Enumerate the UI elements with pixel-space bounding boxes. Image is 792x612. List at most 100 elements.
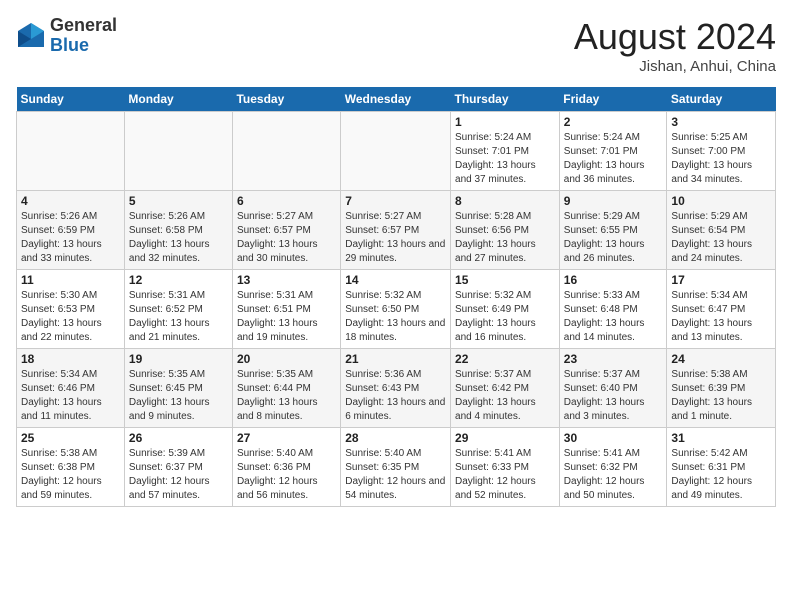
day-info: Sunrise: 5:31 AM Sunset: 6:51 PM Dayligh… bbox=[237, 289, 336, 345]
calendar-cell: 13Sunrise: 5:31 AM Sunset: 6:51 PM Dayli… bbox=[232, 270, 340, 349]
calendar-cell: 25 Sunrise: 5:38 AM Sunset: 6:38 PM Dayli… bbox=[17, 428, 125, 507]
logo-blue: Blue bbox=[50, 36, 117, 56]
day-number: 15 bbox=[455, 273, 555, 287]
calendar-cell: 8Sunrise: 5:28 AM Sunset: 6:56 PM Daylig… bbox=[451, 191, 560, 270]
day-info: Sunrise: 5:41 AM Sunset: 6:33 PM Dayligh… bbox=[455, 447, 555, 503]
calendar-cell: 23 Sunrise: 5:37 AM Sunset: 6:40 PM Dayli… bbox=[559, 349, 667, 428]
day-info: Sunrise: 5:24 AM Sunset: 7:01 PM Dayligh… bbox=[564, 131, 663, 187]
calendar-cell: 4Sunrise: 5:26 AM Sunset: 6:59 PM Daylig… bbox=[17, 191, 125, 270]
day-info: Sunrise: 5:34 AM Sunset: 6:47 PM Dayligh… bbox=[671, 289, 771, 345]
day-info: Sunrise: 5:37 AM Sunset: 6:40 PM Dayligh… bbox=[564, 368, 663, 424]
day-info: Sunrise: 5:38 AM Sunset: 6:38 PM Dayligh… bbox=[21, 447, 120, 503]
logo-text: General Blue bbox=[50, 16, 117, 56]
day-number: 10 bbox=[671, 194, 771, 208]
day-number: 22 bbox=[455, 352, 555, 366]
day-number: 7 bbox=[345, 194, 446, 208]
day-info: Sunrise: 5:29 AM Sunset: 6:54 PM Dayligh… bbox=[671, 210, 771, 266]
week-row-2: 4Sunrise: 5:26 AM Sunset: 6:59 PM Daylig… bbox=[17, 191, 776, 270]
day-info: Sunrise: 5:32 AM Sunset: 6:50 PM Dayligh… bbox=[345, 289, 446, 345]
day-number: 24 bbox=[671, 352, 771, 366]
week-row-4: 18Sunrise: 5:34 AM Sunset: 6:46 PM Dayli… bbox=[17, 349, 776, 428]
day-number: 14 bbox=[345, 273, 446, 287]
day-number: 21 bbox=[345, 352, 446, 366]
weekday-header-sunday: Sunday bbox=[17, 87, 125, 112]
day-info: Sunrise: 5:42 AM Sunset: 6:31 PM Dayligh… bbox=[671, 447, 771, 503]
day-number: 6 bbox=[237, 194, 336, 208]
day-number: 4 bbox=[21, 194, 120, 208]
calendar-cell: 9 Sunrise: 5:29 AM Sunset: 6:55 PM Daylig… bbox=[559, 191, 667, 270]
calendar-table: SundayMondayTuesdayWednesdayThursdayFrid… bbox=[16, 87, 776, 507]
logo-general: General bbox=[50, 16, 117, 36]
day-info: Sunrise: 5:40 AM Sunset: 6:36 PM Dayligh… bbox=[237, 447, 336, 503]
day-number: 9 bbox=[564, 194, 663, 208]
day-number: 16 bbox=[564, 273, 663, 287]
day-number: 20 bbox=[237, 352, 336, 366]
calendar-cell: 2 Sunrise: 5:24 AM Sunset: 7:01 PM Daylig… bbox=[559, 112, 667, 191]
calendar-cell: 16 Sunrise: 5:33 AM Sunset: 6:48 PM Dayli… bbox=[559, 270, 667, 349]
day-number: 31 bbox=[671, 431, 771, 445]
day-info: Sunrise: 5:40 AM Sunset: 6:35 PM Dayligh… bbox=[345, 447, 446, 503]
day-info: Sunrise: 5:28 AM Sunset: 6:56 PM Dayligh… bbox=[455, 210, 555, 266]
calendar-cell: 19Sunrise: 5:35 AM Sunset: 6:45 PM Dayli… bbox=[124, 349, 232, 428]
page-header: General Blue August 2024 Jishan, Anhui, … bbox=[16, 16, 776, 75]
day-info: Sunrise: 5:27 AM Sunset: 6:57 PM Dayligh… bbox=[237, 210, 336, 266]
calendar-cell bbox=[17, 112, 125, 191]
calendar-cell: 21Sunrise: 5:36 AM Sunset: 6:43 PM Dayli… bbox=[341, 349, 451, 428]
day-number: 12 bbox=[129, 273, 228, 287]
day-number: 19 bbox=[129, 352, 228, 366]
calendar-cell: 14 Sunrise: 5:32 AM Sunset: 6:50 PM Dayli… bbox=[341, 270, 451, 349]
calendar-cell: 28 Sunrise: 5:40 AM Sunset: 6:35 PM Dayli… bbox=[341, 428, 451, 507]
week-row-3: 11 Sunrise: 5:30 AM Sunset: 6:53 PM Dayli… bbox=[17, 270, 776, 349]
day-number: 27 bbox=[237, 431, 336, 445]
day-info: Sunrise: 5:38 AM Sunset: 6:39 PM Dayligh… bbox=[671, 368, 771, 424]
calendar-cell: 31 Sunrise: 5:42 AM Sunset: 6:31 PM Dayli… bbox=[667, 428, 776, 507]
calendar-cell: 22 Sunrise: 5:37 AM Sunset: 6:42 PM Dayli… bbox=[451, 349, 560, 428]
day-number: 5 bbox=[129, 194, 228, 208]
day-info: Sunrise: 5:39 AM Sunset: 6:37 PM Dayligh… bbox=[129, 447, 228, 503]
day-info: Sunrise: 5:37 AM Sunset: 6:42 PM Dayligh… bbox=[455, 368, 555, 424]
calendar-cell: 12Sunrise: 5:31 AM Sunset: 6:52 PM Dayli… bbox=[124, 270, 232, 349]
day-number: 17 bbox=[671, 273, 771, 287]
calendar-cell: 10 Sunrise: 5:29 AM Sunset: 6:54 PM Dayli… bbox=[667, 191, 776, 270]
calendar-cell: 3Sunrise: 5:25 AM Sunset: 7:00 PM Daylig… bbox=[667, 112, 776, 191]
day-info: Sunrise: 5:33 AM Sunset: 6:48 PM Dayligh… bbox=[564, 289, 663, 345]
weekday-header-friday: Friday bbox=[559, 87, 667, 112]
day-number: 28 bbox=[345, 431, 446, 445]
weekday-header-wednesday: Wednesday bbox=[341, 87, 451, 112]
calendar-cell bbox=[341, 112, 451, 191]
day-number: 1 bbox=[455, 115, 555, 129]
calendar-cell: 24 Sunrise: 5:38 AM Sunset: 6:39 PM Dayli… bbox=[667, 349, 776, 428]
day-number: 2 bbox=[564, 115, 663, 129]
day-info: Sunrise: 5:29 AM Sunset: 6:55 PM Dayligh… bbox=[564, 210, 663, 266]
calendar-cell: 5Sunrise: 5:26 AM Sunset: 6:58 PM Daylig… bbox=[124, 191, 232, 270]
week-row-5: 25 Sunrise: 5:38 AM Sunset: 6:38 PM Dayli… bbox=[17, 428, 776, 507]
day-number: 25 bbox=[21, 431, 120, 445]
calendar-cell: 15Sunrise: 5:32 AM Sunset: 6:49 PM Dayli… bbox=[451, 270, 560, 349]
calendar-cell: 11 Sunrise: 5:30 AM Sunset: 6:53 PM Dayli… bbox=[17, 270, 125, 349]
calendar-cell: 20 Sunrise: 5:35 AM Sunset: 6:44 PM Dayli… bbox=[232, 349, 340, 428]
calendar-cell bbox=[232, 112, 340, 191]
weekday-header-saturday: Saturday bbox=[667, 87, 776, 112]
calendar-cell: 1 Sunrise: 5:24 AM Sunset: 7:01 PM Daylig… bbox=[451, 112, 560, 191]
week-row-1: 1 Sunrise: 5:24 AM Sunset: 7:01 PM Daylig… bbox=[17, 112, 776, 191]
logo: General Blue bbox=[16, 16, 117, 56]
title-block: August 2024 Jishan, Anhui, China bbox=[574, 16, 776, 75]
day-info: Sunrise: 5:41 AM Sunset: 6:32 PM Dayligh… bbox=[564, 447, 663, 503]
day-info: Sunrise: 5:24 AM Sunset: 7:01 PM Dayligh… bbox=[455, 131, 555, 187]
calendar-cell: 7Sunrise: 5:27 AM Sunset: 6:57 PM Daylig… bbox=[341, 191, 451, 270]
day-number: 29 bbox=[455, 431, 555, 445]
day-number: 26 bbox=[129, 431, 228, 445]
day-number: 30 bbox=[564, 431, 663, 445]
location: Jishan, Anhui, China bbox=[574, 58, 776, 75]
weekday-header-tuesday: Tuesday bbox=[232, 87, 340, 112]
day-info: Sunrise: 5:30 AM Sunset: 6:53 PM Dayligh… bbox=[21, 289, 120, 345]
calendar-cell: 6 Sunrise: 5:27 AM Sunset: 6:57 PM Daylig… bbox=[232, 191, 340, 270]
calendar-cell: 27 Sunrise: 5:40 AM Sunset: 6:36 PM Dayli… bbox=[232, 428, 340, 507]
day-number: 11 bbox=[21, 273, 120, 287]
logo-icon bbox=[16, 21, 46, 51]
calendar-cell: 29 Sunrise: 5:41 AM Sunset: 6:33 PM Dayli… bbox=[451, 428, 560, 507]
day-info: Sunrise: 5:34 AM Sunset: 6:46 PM Dayligh… bbox=[21, 368, 120, 424]
day-number: 3 bbox=[671, 115, 771, 129]
day-number: 23 bbox=[564, 352, 663, 366]
day-info: Sunrise: 5:35 AM Sunset: 6:44 PM Dayligh… bbox=[237, 368, 336, 424]
